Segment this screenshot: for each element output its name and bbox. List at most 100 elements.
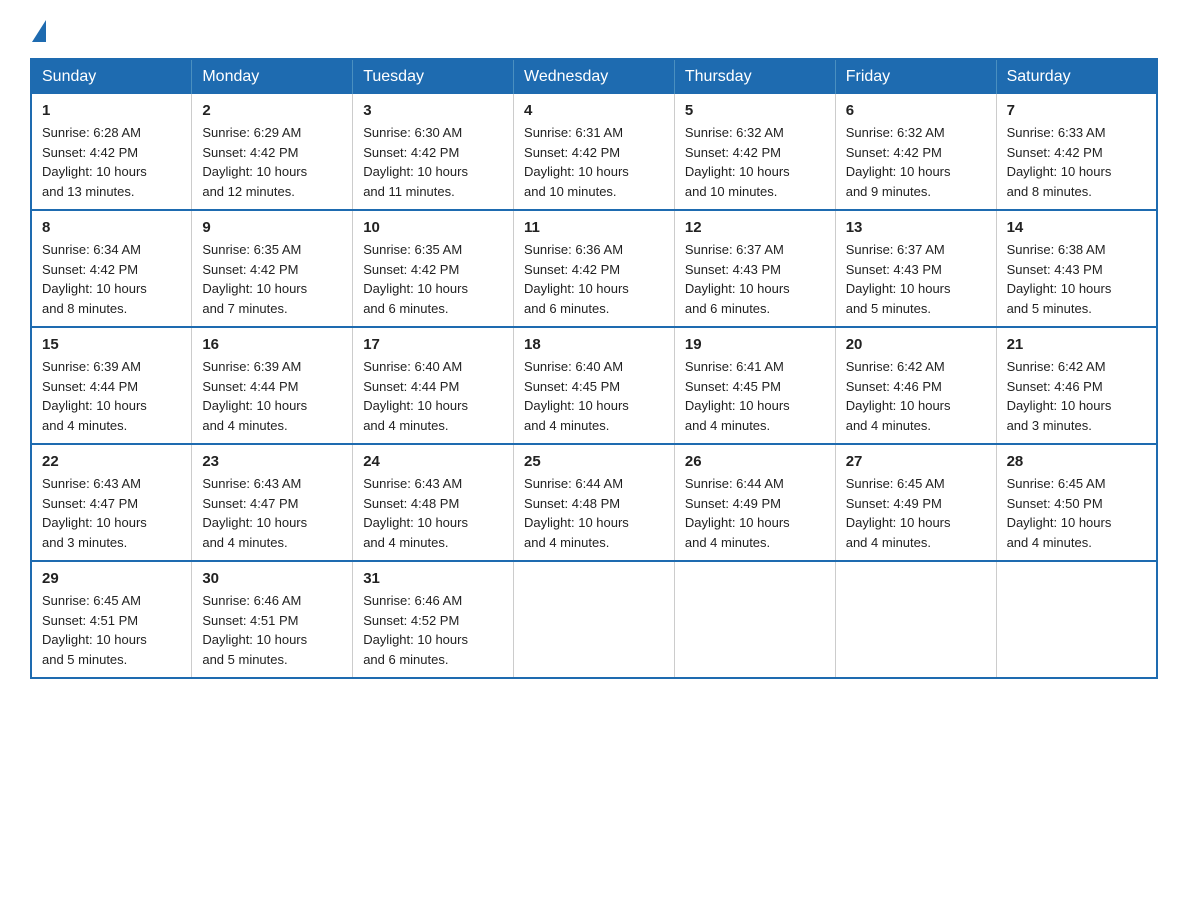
- day-number: 23: [202, 453, 342, 470]
- day-info: Sunrise: 6:30 AM Sunset: 4:42 PM Dayligh…: [363, 123, 503, 201]
- day-number: 11: [524, 219, 664, 236]
- week-row-4: 22 Sunrise: 6:43 AM Sunset: 4:47 PM Dayl…: [31, 444, 1157, 561]
- day-info: Sunrise: 6:40 AM Sunset: 4:44 PM Dayligh…: [363, 357, 503, 435]
- day-number: 31: [363, 570, 503, 587]
- calendar-cell: 31 Sunrise: 6:46 AM Sunset: 4:52 PM Dayl…: [353, 561, 514, 678]
- day-number: 14: [1007, 219, 1146, 236]
- calendar-cell: 4 Sunrise: 6:31 AM Sunset: 4:42 PM Dayli…: [514, 94, 675, 210]
- calendar-cell: 27 Sunrise: 6:45 AM Sunset: 4:49 PM Dayl…: [835, 444, 996, 561]
- calendar-cell: 17 Sunrise: 6:40 AM Sunset: 4:44 PM Dayl…: [353, 327, 514, 444]
- day-info: Sunrise: 6:29 AM Sunset: 4:42 PM Dayligh…: [202, 123, 342, 201]
- calendar-table: SundayMondayTuesdayWednesdayThursdayFrid…: [30, 58, 1158, 679]
- calendar-cell: 16 Sunrise: 6:39 AM Sunset: 4:44 PM Dayl…: [192, 327, 353, 444]
- calendar-cell: 11 Sunrise: 6:36 AM Sunset: 4:42 PM Dayl…: [514, 210, 675, 327]
- day-number: 29: [42, 570, 181, 587]
- calendar-cell: 13 Sunrise: 6:37 AM Sunset: 4:43 PM Dayl…: [835, 210, 996, 327]
- day-info: Sunrise: 6:39 AM Sunset: 4:44 PM Dayligh…: [42, 357, 181, 435]
- day-number: 12: [685, 219, 825, 236]
- day-info: Sunrise: 6:44 AM Sunset: 4:48 PM Dayligh…: [524, 474, 664, 552]
- day-info: Sunrise: 6:46 AM Sunset: 4:52 PM Dayligh…: [363, 591, 503, 669]
- calendar-cell: 9 Sunrise: 6:35 AM Sunset: 4:42 PM Dayli…: [192, 210, 353, 327]
- day-number: 15: [42, 336, 181, 353]
- day-info: Sunrise: 6:45 AM Sunset: 4:49 PM Dayligh…: [846, 474, 986, 552]
- calendar-cell: 7 Sunrise: 6:33 AM Sunset: 4:42 PM Dayli…: [996, 94, 1157, 210]
- weekday-header-thursday: Thursday: [674, 59, 835, 94]
- calendar-cell: [996, 561, 1157, 678]
- weekday-header-wednesday: Wednesday: [514, 59, 675, 94]
- weekday-header-friday: Friday: [835, 59, 996, 94]
- calendar-cell: 2 Sunrise: 6:29 AM Sunset: 4:42 PM Dayli…: [192, 94, 353, 210]
- weekday-header-tuesday: Tuesday: [353, 59, 514, 94]
- week-row-5: 29 Sunrise: 6:45 AM Sunset: 4:51 PM Dayl…: [31, 561, 1157, 678]
- day-info: Sunrise: 6:34 AM Sunset: 4:42 PM Dayligh…: [42, 240, 181, 318]
- weekday-header-sunday: Sunday: [31, 59, 192, 94]
- calendar-cell: 15 Sunrise: 6:39 AM Sunset: 4:44 PM Dayl…: [31, 327, 192, 444]
- calendar-cell: 21 Sunrise: 6:42 AM Sunset: 4:46 PM Dayl…: [996, 327, 1157, 444]
- day-info: Sunrise: 6:41 AM Sunset: 4:45 PM Dayligh…: [685, 357, 825, 435]
- day-info: Sunrise: 6:43 AM Sunset: 4:48 PM Dayligh…: [363, 474, 503, 552]
- day-number: 22: [42, 453, 181, 470]
- calendar-cell: 20 Sunrise: 6:42 AM Sunset: 4:46 PM Dayl…: [835, 327, 996, 444]
- calendar-cell: 1 Sunrise: 6:28 AM Sunset: 4:42 PM Dayli…: [31, 94, 192, 210]
- day-number: 7: [1007, 102, 1146, 119]
- day-info: Sunrise: 6:44 AM Sunset: 4:49 PM Dayligh…: [685, 474, 825, 552]
- day-number: 8: [42, 219, 181, 236]
- day-number: 2: [202, 102, 342, 119]
- day-number: 6: [846, 102, 986, 119]
- logo-triangle-icon: [32, 20, 46, 42]
- calendar-cell: 5 Sunrise: 6:32 AM Sunset: 4:42 PM Dayli…: [674, 94, 835, 210]
- day-info: Sunrise: 6:32 AM Sunset: 4:42 PM Dayligh…: [685, 123, 825, 201]
- day-number: 24: [363, 453, 503, 470]
- day-number: 20: [846, 336, 986, 353]
- day-number: 30: [202, 570, 342, 587]
- day-info: Sunrise: 6:45 AM Sunset: 4:51 PM Dayligh…: [42, 591, 181, 669]
- day-number: 10: [363, 219, 503, 236]
- calendar-cell: [514, 561, 675, 678]
- day-number: 26: [685, 453, 825, 470]
- day-info: Sunrise: 6:28 AM Sunset: 4:42 PM Dayligh…: [42, 123, 181, 201]
- calendar-cell: [674, 561, 835, 678]
- calendar-cell: 29 Sunrise: 6:45 AM Sunset: 4:51 PM Dayl…: [31, 561, 192, 678]
- day-info: Sunrise: 6:38 AM Sunset: 4:43 PM Dayligh…: [1007, 240, 1146, 318]
- week-row-2: 8 Sunrise: 6:34 AM Sunset: 4:42 PM Dayli…: [31, 210, 1157, 327]
- calendar-cell: 22 Sunrise: 6:43 AM Sunset: 4:47 PM Dayl…: [31, 444, 192, 561]
- calendar-cell: [835, 561, 996, 678]
- day-number: 5: [685, 102, 825, 119]
- day-info: Sunrise: 6:35 AM Sunset: 4:42 PM Dayligh…: [363, 240, 503, 318]
- day-number: 28: [1007, 453, 1146, 470]
- calendar-cell: 18 Sunrise: 6:40 AM Sunset: 4:45 PM Dayl…: [514, 327, 675, 444]
- day-info: Sunrise: 6:40 AM Sunset: 4:45 PM Dayligh…: [524, 357, 664, 435]
- day-number: 16: [202, 336, 342, 353]
- calendar-cell: 8 Sunrise: 6:34 AM Sunset: 4:42 PM Dayli…: [31, 210, 192, 327]
- day-info: Sunrise: 6:42 AM Sunset: 4:46 PM Dayligh…: [846, 357, 986, 435]
- day-info: Sunrise: 6:36 AM Sunset: 4:42 PM Dayligh…: [524, 240, 664, 318]
- calendar-cell: 24 Sunrise: 6:43 AM Sunset: 4:48 PM Dayl…: [353, 444, 514, 561]
- week-row-3: 15 Sunrise: 6:39 AM Sunset: 4:44 PM Dayl…: [31, 327, 1157, 444]
- day-info: Sunrise: 6:45 AM Sunset: 4:50 PM Dayligh…: [1007, 474, 1146, 552]
- weekday-header-monday: Monday: [192, 59, 353, 94]
- day-number: 18: [524, 336, 664, 353]
- day-info: Sunrise: 6:32 AM Sunset: 4:42 PM Dayligh…: [846, 123, 986, 201]
- logo: [30, 20, 48, 42]
- day-info: Sunrise: 6:31 AM Sunset: 4:42 PM Dayligh…: [524, 123, 664, 201]
- weekday-header-row: SundayMondayTuesdayWednesdayThursdayFrid…: [31, 59, 1157, 94]
- calendar-cell: 25 Sunrise: 6:44 AM Sunset: 4:48 PM Dayl…: [514, 444, 675, 561]
- calendar-cell: 10 Sunrise: 6:35 AM Sunset: 4:42 PM Dayl…: [353, 210, 514, 327]
- day-info: Sunrise: 6:42 AM Sunset: 4:46 PM Dayligh…: [1007, 357, 1146, 435]
- day-info: Sunrise: 6:37 AM Sunset: 4:43 PM Dayligh…: [685, 240, 825, 318]
- day-number: 13: [846, 219, 986, 236]
- page-header: [30, 20, 1158, 42]
- weekday-header-saturday: Saturday: [996, 59, 1157, 94]
- day-number: 21: [1007, 336, 1146, 353]
- calendar-cell: 12 Sunrise: 6:37 AM Sunset: 4:43 PM Dayl…: [674, 210, 835, 327]
- calendar-cell: 19 Sunrise: 6:41 AM Sunset: 4:45 PM Dayl…: [674, 327, 835, 444]
- day-number: 3: [363, 102, 503, 119]
- day-number: 19: [685, 336, 825, 353]
- calendar-cell: 14 Sunrise: 6:38 AM Sunset: 4:43 PM Dayl…: [996, 210, 1157, 327]
- day-info: Sunrise: 6:37 AM Sunset: 4:43 PM Dayligh…: [846, 240, 986, 318]
- day-info: Sunrise: 6:43 AM Sunset: 4:47 PM Dayligh…: [42, 474, 181, 552]
- day-info: Sunrise: 6:46 AM Sunset: 4:51 PM Dayligh…: [202, 591, 342, 669]
- day-number: 27: [846, 453, 986, 470]
- day-number: 9: [202, 219, 342, 236]
- day-info: Sunrise: 6:33 AM Sunset: 4:42 PM Dayligh…: [1007, 123, 1146, 201]
